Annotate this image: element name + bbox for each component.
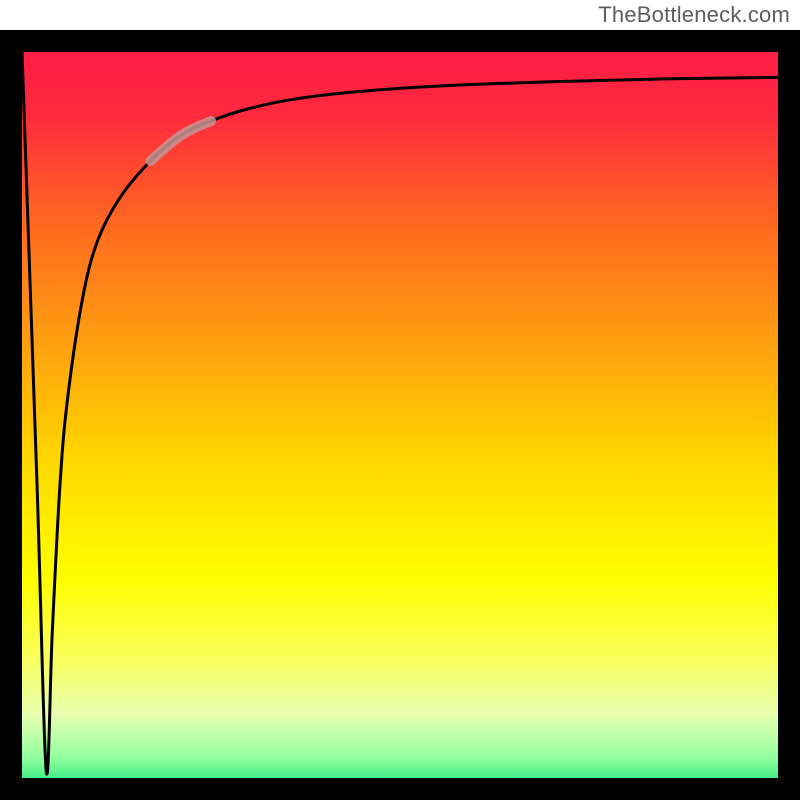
bottleneck-chart <box>0 0 800 800</box>
plot-background <box>11 41 789 789</box>
chart-frame: TheBottleneck.com <box>0 0 800 800</box>
watermark-text: TheBottleneck.com <box>598 2 790 28</box>
